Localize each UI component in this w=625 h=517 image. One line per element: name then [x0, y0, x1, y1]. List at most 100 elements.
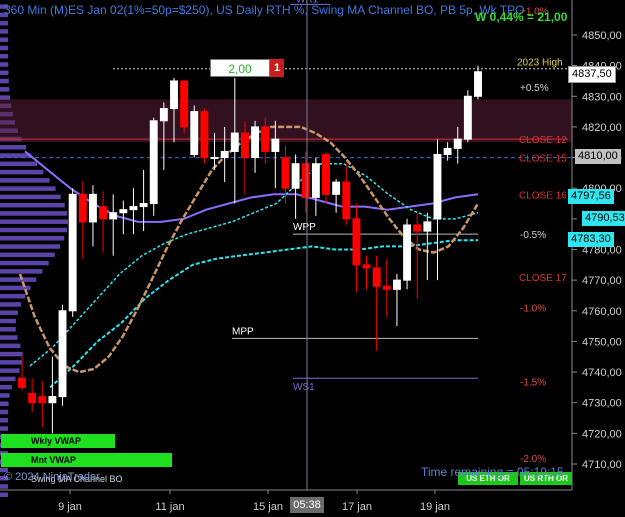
last-price-label: 4837,50: [568, 66, 616, 83]
level-label: WS1: [293, 382, 315, 393]
profile-bar: [0, 368, 20, 373]
order-quantity[interactable]: 2,00: [210, 59, 270, 77]
candle-body: [129, 206, 138, 211]
profile-bar: [0, 62, 9, 67]
candle-body: [403, 224, 412, 281]
candle-body: [200, 111, 209, 159]
monthly-vwap-button[interactable]: Mnt VWAP: [1, 453, 172, 467]
profile-bar: [0, 87, 10, 92]
profile-bar: [0, 293, 26, 299]
profile-bar: [0, 236, 65, 241]
candle-body: [342, 181, 351, 220]
candle-body: [261, 126, 270, 152]
profile-bar: [0, 202, 65, 208]
candle-body: [68, 193, 77, 312]
price-tick-label: 4710,00: [582, 459, 622, 471]
candle-body: [78, 193, 87, 223]
profile-bar: [0, 211, 68, 216]
candle-body: [322, 154, 330, 195]
level-label: -1.0%: [520, 304, 546, 315]
order-widget[interactable]: 2,00 1: [210, 59, 284, 77]
candle-body: [453, 138, 462, 149]
profile-bar: [0, 327, 16, 332]
level-lines: WR12023 High+1.0%+0.5%CLOSE 12CLOSE 15CL…: [0, 0, 572, 465]
price-tick-label: 4730,00: [582, 398, 622, 410]
profile-bar: [0, 426, 9, 431]
level-label: CLOSE 17: [519, 273, 567, 284]
candle-body: [332, 181, 341, 195]
chart-window: WR12023 High+1.0%+0.5%CLOSE 12CLOSE 15CL…: [0, 0, 625, 517]
level-label: CLOSE 16: [519, 190, 567, 201]
profile-bar: [0, 260, 49, 266]
candle-body: [311, 163, 320, 198]
candle-body: [271, 138, 280, 152]
profile-bar: [0, 492, 9, 497]
candle-body: [362, 264, 371, 269]
profile-bar: [0, 335, 18, 340]
time-tick-label: 9 jan: [58, 501, 82, 513]
profile-bar: [0, 269, 43, 274]
candle-body: [220, 150, 229, 159]
price-tick-label: 4740,00: [582, 367, 622, 379]
candle-body: [190, 111, 199, 156]
candle-body: [413, 224, 422, 232]
time-tick-label: 17 jan: [342, 501, 372, 513]
profile-bar: [0, 70, 9, 76]
copyright-text: © 2024 NinjaTrader: [4, 471, 100, 483]
profile-bar: [0, 302, 22, 307]
price-tick-label: 4820,00: [582, 122, 622, 134]
candle-body: [149, 120, 158, 205]
profile-bar: [0, 53, 9, 59]
level-label: MPP: [232, 326, 254, 337]
profile-bar: [0, 252, 55, 258]
monthly-vwap-label: Mnt VWAP: [31, 455, 76, 465]
price-tick-label: 4830,00: [582, 91, 622, 103]
candle-body: [392, 279, 401, 290]
price-tick-label: 4760,00: [582, 306, 622, 318]
candle-body: [18, 377, 26, 388]
band-lower-line: [49, 239, 478, 389]
weekly-vwap-button[interactable]: Wkly VWAP: [1, 434, 115, 448]
profile-bar: [0, 401, 9, 406]
profile-bar: [0, 376, 16, 382]
candle-body: [433, 154, 442, 220]
level-label: CLOSE 12: [519, 135, 567, 146]
weekly-change-readout: W 0,44% = 21,00: [475, 10, 568, 24]
profile-bar: [0, 29, 9, 34]
level-label: 2023 High: [517, 58, 563, 69]
crosshair-price-label: 4810,00: [575, 149, 621, 164]
profile-bar: [0, 169, 44, 175]
profile-bar: [0, 318, 16, 324]
band-mid-label: 4790,53: [582, 211, 625, 226]
candle-body: [88, 193, 97, 223]
profile-bar: [0, 186, 56, 191]
profile-bar: [0, 351, 23, 357]
candle-body: [180, 80, 189, 128]
price-tick-label: 4720,00: [582, 428, 622, 440]
candle-body: [352, 218, 361, 266]
profile-bar: [0, 384, 12, 390]
candle-body: [301, 163, 310, 198]
profile-bar: [0, 244, 61, 249]
price-tick-label: 4750,00: [582, 336, 622, 348]
candle-body: [28, 393, 37, 404]
order-count-badge[interactable]: 1: [270, 59, 284, 77]
candle-body: [119, 209, 128, 214]
candle-body: [99, 206, 108, 220]
profile-bar: [0, 227, 67, 233]
value-area-band: [0, 99, 572, 143]
profile-bar: [0, 161, 38, 167]
candle-body: [463, 95, 472, 140]
level-label: -2.0%: [520, 454, 546, 465]
profile-bar: [0, 178, 50, 183]
candle-body: [210, 157, 219, 160]
profile-bar: [0, 37, 9, 42]
profile-bar: [0, 145, 27, 150]
profile-bar: [0, 409, 9, 415]
profile-bar: [0, 45, 9, 51]
chart-title: 360 Min (M)ES Jan 02(1%=50p=$250), US Da…: [4, 3, 525, 17]
candle-body: [382, 285, 391, 290]
candle-body: [170, 80, 178, 110]
profile-bar: [0, 393, 10, 398]
level-label: -1.5%: [520, 377, 546, 388]
